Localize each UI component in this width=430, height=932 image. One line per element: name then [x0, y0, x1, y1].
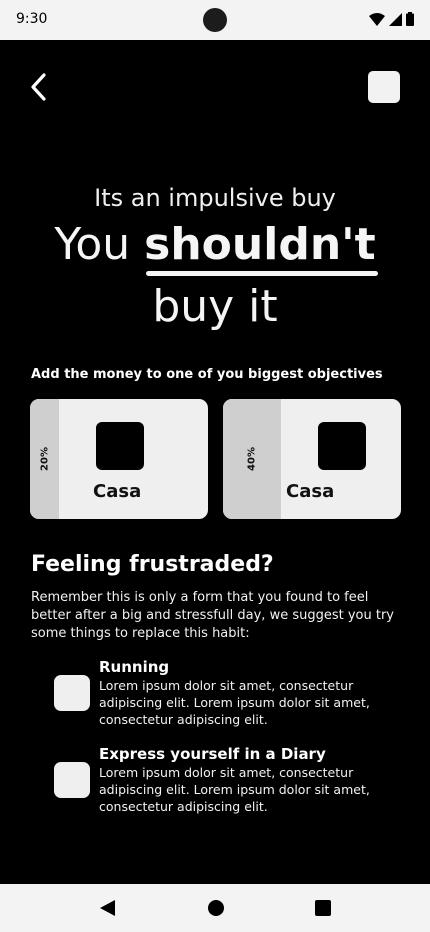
- system-nav-bar: [0, 884, 430, 932]
- signal-icon: [389, 12, 402, 26]
- habit-text: Lorem ipsum dolor sit amet, consectetur …: [99, 765, 370, 814]
- habit-checkbox[interactable]: [54, 675, 90, 711]
- habit-title: Running: [99, 658, 170, 676]
- hero-headline: You shouldn't: [0, 218, 430, 276]
- section-text: Remember this is only a form that you fo…: [31, 590, 394, 641]
- objective-percent: 40%: [246, 447, 258, 471]
- status-icons: [369, 12, 414, 26]
- recents-square-icon[interactable]: [315, 900, 331, 916]
- battery-icon: [406, 12, 414, 26]
- menu-square-button[interactable]: [368, 71, 400, 103]
- habit-checkbox[interactable]: [54, 762, 90, 798]
- objectives-caption: Add the money to one of you biggest obje…: [31, 367, 383, 382]
- objective-percent: 20%: [39, 447, 51, 471]
- back-triangle-icon[interactable]: [100, 900, 115, 916]
- section-title: Feeling frustraded?: [31, 552, 274, 577]
- hero-subtitle: Its an impulsive buy: [94, 184, 336, 212]
- objective-image: [318, 422, 366, 470]
- camera-cutout: [203, 8, 227, 32]
- status-time: 9:30: [16, 11, 48, 27]
- headline-prefix: You: [54, 219, 131, 270]
- home-circle-icon[interactable]: [208, 900, 224, 916]
- habit-title: Express yourself in a Diary: [99, 745, 326, 763]
- objective-image: [96, 422, 144, 470]
- status-bar: 9:30: [0, 0, 430, 40]
- headline-emphasis: shouldn't: [144, 219, 379, 276]
- objective-label: Casa: [286, 481, 335, 502]
- habit-text: Lorem ipsum dolor sit amet, consectetur …: [99, 678, 370, 727]
- objective-label: Casa: [93, 481, 142, 502]
- chevron-left-icon[interactable]: [26, 70, 54, 102]
- wifi-icon: [369, 12, 385, 26]
- headline-suffix: buy it: [152, 281, 278, 332]
